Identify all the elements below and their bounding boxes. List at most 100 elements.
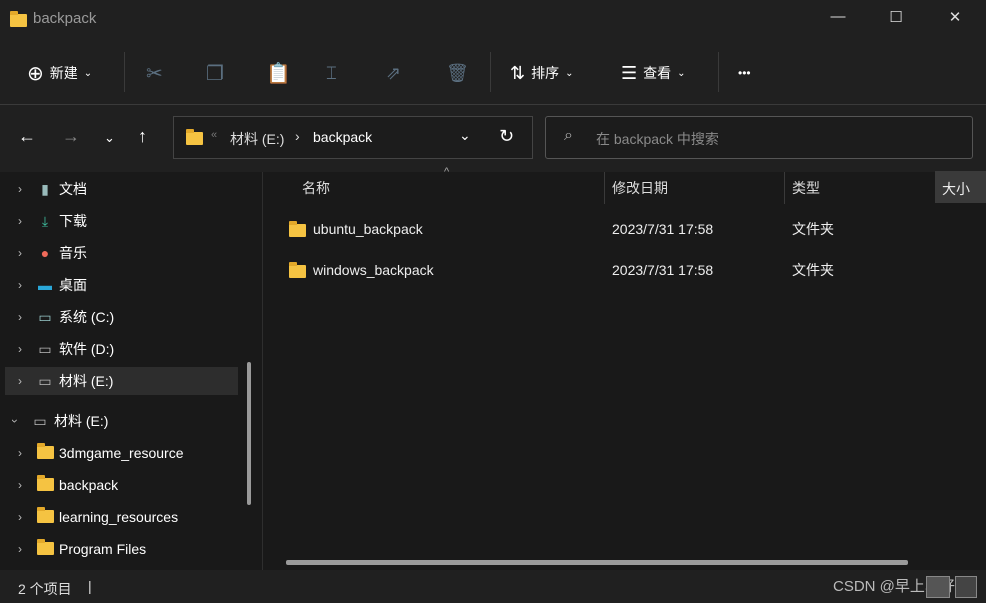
folder-icon (289, 261, 306, 278)
breadcrumb-separator[interactable]: › (295, 128, 300, 144)
file-row[interactable]: ubuntu_backpack 2023/7/31 17:58 文件夹 (288, 212, 968, 246)
folder-icon (36, 539, 54, 555)
more-button[interactable]: ••• (738, 58, 751, 88)
breadcrumb-folder[interactable]: backpack (313, 129, 372, 145)
divider (490, 52, 491, 92)
column-header-size[interactable]: 大小 (935, 171, 986, 203)
folder-icon (289, 220, 306, 237)
folder-icon (36, 507, 54, 523)
label: 大小 (942, 181, 970, 197)
view-button[interactable]: ☰ 查看 ⌄ (621, 58, 686, 88)
file-type: 文件夹 (792, 221, 834, 237)
label: learning_resources (59, 509, 179, 525)
sidebar-item-folder[interactable]: › backpack (5, 471, 238, 499)
divider (124, 52, 125, 92)
refresh-icon[interactable]: ↻ (499, 126, 514, 147)
column-header-name[interactable]: 名称 (302, 178, 330, 198)
details-view-icon[interactable] (926, 576, 950, 598)
drive-icon: ▭ (38, 340, 52, 357)
music-icon: ● (40, 245, 50, 261)
close-button[interactable]: ✕ (943, 8, 967, 32)
status-bar: 2 个项目 | CSDN @早上真好 (0, 570, 986, 603)
forward-icon[interactable]: → (62, 126, 80, 147)
divider (718, 52, 719, 92)
sidebar-item-folder[interactable]: › learning_resources (5, 503, 238, 531)
new-button[interactable]: ⊕ 新建 ⌄ (27, 58, 92, 88)
tiles-view-icon[interactable] (955, 576, 977, 598)
back-icon[interactable]: ← (18, 126, 36, 147)
label: 材料 (E:) (54, 413, 109, 429)
recent-chevron-icon[interactable]: ⌄ (104, 130, 115, 146)
drive-icon: ▭ (33, 412, 47, 429)
label: 系统 (C:) (59, 309, 115, 325)
toolbar: ⊕ 新建 ⌄ ✂ ❐ 📋 ⌶ ⇗ 🗑 ⇅ 排序 ⌄ ☰ 查看 ⌄ ••• (0, 40, 986, 105)
label: 下载 (59, 213, 87, 229)
sort-label: 排序 (531, 65, 560, 81)
sidebar-item-folder[interactable]: › Program Files (5, 535, 238, 563)
maximize-button[interactable]: ☐ (884, 8, 908, 32)
drive-icon: ▭ (38, 372, 52, 389)
sort-button[interactable]: ⇅ 排序 ⌄ (510, 58, 573, 88)
search-input[interactable]: ⌕ 在 backpack 中搜索 (545, 116, 973, 159)
item-count: 2 个项目 (18, 581, 72, 597)
sidebar-item-drive-e-expanded[interactable]: › ▭ 材料 (E:) (0, 407, 233, 435)
share-icon[interactable]: ⇗ (386, 58, 401, 88)
new-label: 新建 (49, 65, 78, 81)
sidebar-item-music[interactable]: › ● 音乐 (5, 239, 238, 267)
copy-icon[interactable]: ❐ (206, 58, 224, 88)
label: 软件 (D:) (59, 341, 115, 357)
title-bar: backpack — ☐ ✕ (0, 0, 986, 40)
label: 3dmgame_resource (59, 445, 184, 461)
sidebar-item-downloads[interactable]: › ⤓ 下载 (5, 207, 238, 235)
folder-icon (186, 129, 203, 145)
pane-divider[interactable] (262, 172, 263, 570)
cut-icon[interactable]: ✂ (146, 58, 163, 88)
label: Program Files (59, 541, 147, 557)
rename-icon[interactable]: ⌶ (326, 58, 337, 88)
file-name: ubuntu_backpack (313, 221, 423, 237)
sort-icon: ⇅ (510, 62, 526, 83)
folder-icon (10, 11, 27, 27)
delete-icon[interactable]: 🗑 (446, 58, 469, 88)
column-header-date[interactable]: 修改日期 (612, 178, 668, 198)
label: 桌面 (59, 277, 87, 293)
label: 材料 (E:) (59, 373, 114, 389)
file-row[interactable]: windows_backpack 2023/7/31 17:58 文件夹 (288, 253, 968, 287)
sort-ascending-icon: ^ (444, 166, 450, 178)
column-divider[interactable] (604, 172, 605, 204)
download-icon: ⤓ (41, 212, 49, 229)
window-title: backpack (33, 10, 97, 27)
sidebar-item-documents[interactable]: › ▮ 文档 (5, 175, 238, 203)
status-divider: | (88, 578, 92, 594)
horizontal-scrollbar[interactable] (286, 560, 908, 565)
folder-icon (36, 443, 54, 459)
breadcrumb-overflow[interactable]: « (211, 129, 217, 141)
search-icon: ⌕ (564, 127, 573, 144)
address-bar[interactable]: « 材料 (E:) › backpack ⌄ ↻ (173, 116, 533, 159)
column-header-type[interactable]: 类型 (792, 178, 820, 198)
chevron-down-icon: ⌄ (83, 67, 93, 79)
file-date: 2023/7/31 17:58 (612, 262, 714, 278)
chevron-down-icon: ⌄ (565, 67, 574, 79)
up-icon[interactable]: ↑ (138, 126, 147, 147)
sidebar-item-drive-d[interactable]: › ▭ 软件 (D:) (5, 335, 238, 363)
minimize-button[interactable]: — (826, 8, 850, 32)
sidebar-item-desktop[interactable]: › ▬ 桌面 (5, 271, 238, 299)
breadcrumb-drive[interactable]: 材料 (E:) (230, 129, 284, 149)
system-drive-icon: ▭ (38, 308, 52, 325)
document-icon: ▮ (41, 180, 49, 197)
chevron-down-icon: ⌄ (677, 67, 686, 79)
file-name: windows_backpack (313, 262, 434, 278)
label: 音乐 (59, 245, 87, 261)
sidebar-item-folder[interactable]: › 3dmgame_resource (5, 439, 238, 467)
sidebar-item-drive-c[interactable]: › ▭ 系统 (C:) (5, 303, 238, 331)
search-placeholder: 在 backpack 中搜索 (596, 131, 719, 147)
label: backpack (59, 477, 119, 493)
sidebar-scrollbar[interactable] (247, 362, 251, 505)
sidebar-item-drive-e[interactable]: › ▭ 材料 (E:) (5, 367, 238, 395)
paste-icon[interactable]: 📋 (266, 58, 291, 88)
column-divider[interactable] (784, 172, 785, 204)
address-dropdown-icon[interactable]: ⌄ (459, 127, 471, 144)
desktop-icon: ▬ (38, 277, 52, 293)
plus-circle-icon: ⊕ (27, 62, 44, 85)
